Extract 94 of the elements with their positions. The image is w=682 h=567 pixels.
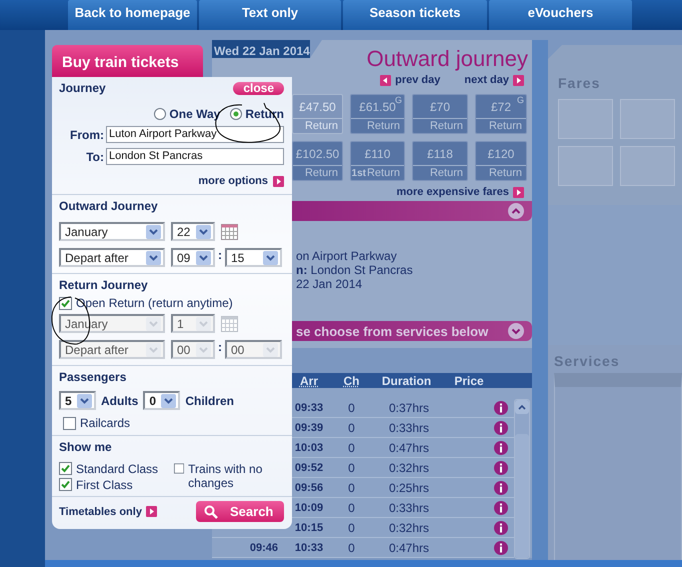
table-cell-text: 0 (347, 440, 356, 454)
table-cell: 10:09 (294, 502, 324, 514)
collapse-icon[interactable] (508, 203, 524, 219)
checkbox-label[interactable]: Railcards (80, 416, 130, 430)
table-cell-text: 0 (347, 420, 356, 434)
table-cell-text: 0 (347, 540, 356, 554)
section-heading: Show me (59, 440, 113, 455)
prev-day-link[interactable]: prev day (380, 74, 440, 86)
info-icon[interactable] (494, 520, 508, 534)
checkbox-label[interactable]: Trains with no changes (188, 462, 284, 490)
field-label: Children (185, 394, 234, 408)
info-icon[interactable] (494, 460, 508, 474)
table-cell-text: 0:47hrs (388, 540, 430, 554)
table-cell-text: 0:33hrs (388, 420, 430, 434)
checkbox[interactable] (63, 416, 76, 430)
time-separator: : (218, 340, 222, 354)
time-separator: : (218, 248, 222, 262)
timetables-link[interactable]: Timetables only (59, 506, 157, 518)
checkbox[interactable] (59, 478, 72, 491)
column-header[interactable]: Arr (300, 374, 318, 388)
table-cell: 10:15 (294, 522, 324, 534)
table-cell: 09:39 (294, 422, 324, 434)
journey-date: Wed 22 Jan 2014 (212, 40, 310, 58)
info-icon[interactable] (494, 400, 508, 414)
more-options-link[interactable]: more options (198, 175, 284, 187)
table-cell-text: 0:25hrs (388, 480, 430, 494)
radio-button[interactable] (230, 108, 242, 120)
table-cell-text: 0:47hrs (388, 440, 430, 454)
field-label: From: (69, 128, 105, 142)
table-cell: 09:33 (294, 402, 324, 414)
journey-summary-line: 22 Jan 2014 (296, 277, 364, 291)
table-cell-text: 09:46 (248, 542, 279, 554)
section-heading: Outward Journey (59, 199, 159, 214)
radio-button[interactable] (154, 108, 166, 120)
scrollbar[interactable] (514, 399, 530, 559)
expand-icon[interactable] (508, 323, 524, 339)
field-label: Adults (101, 394, 138, 408)
journey-summary-line: n: London St Pancras (296, 263, 414, 277)
checkbox-label[interactable]: First Class (76, 478, 133, 492)
section-heading: Passengers (59, 370, 128, 385)
dropdown[interactable]: January (59, 222, 165, 241)
table-cell: 10:33 (294, 542, 324, 554)
table-cell-text: 0:32hrs (388, 520, 430, 534)
field-label: To: (85, 150, 105, 164)
search-icon (204, 504, 218, 518)
to-field[interactable]: London St Pancras (106, 148, 284, 165)
info-icon[interactable] (494, 500, 508, 514)
calendar-icon[interactable] (221, 224, 238, 240)
fare-slot (620, 146, 675, 186)
column-header: Price (454, 374, 484, 388)
nav-tab[interactable]: eVouchers (489, 0, 632, 30)
info-icon[interactable] (494, 440, 508, 454)
dropdown[interactable]: 22 (171, 222, 215, 241)
checkbox[interactable] (59, 462, 72, 475)
table-cell-text: 0:33hrs (388, 500, 430, 514)
dropdown[interactable]: 5 (59, 391, 96, 410)
table-cell-text: 0 (347, 480, 356, 494)
fare-slot (620, 99, 675, 139)
dropdown[interactable]: Depart after (59, 248, 165, 267)
dropdown[interactable]: 15 (225, 248, 282, 267)
table-cell-text: 0 (347, 400, 356, 414)
table-cell-text: 0 (347, 460, 356, 474)
dropdown[interactable]: 09 (171, 248, 215, 267)
table-cell-text: 0 (347, 520, 356, 534)
section-heading: Return Journey (59, 278, 149, 293)
table-cell-text: 0:32hrs (388, 460, 430, 474)
table-cell-text: 0:37hrs (388, 400, 430, 414)
more-fares-link[interactable]: more expensive fares (396, 186, 524, 198)
fare-slot (558, 99, 613, 139)
table-cell: 09:56 (294, 482, 324, 494)
close-button[interactable]: close (233, 82, 284, 95)
journey-summary-line: on Airport Parkway (296, 249, 398, 263)
bar-label: se choose from services below (296, 324, 488, 338)
scroll-up-icon[interactable] (518, 404, 526, 410)
next-day-link[interactable]: next day (464, 74, 524, 86)
table-cell: 09:52 (294, 462, 324, 474)
column-header: Duration (382, 374, 432, 388)
section-heading: Journey (59, 81, 106, 96)
nav-tab[interactable]: Season tickets (343, 0, 487, 30)
nav-tab[interactable]: Back to homepage (68, 0, 197, 30)
info-icon[interactable] (494, 420, 508, 434)
nav-tab[interactable]: Text only (199, 0, 341, 30)
table-cell-text: 0 (347, 500, 356, 514)
checkbox-label[interactable]: Standard Class (76, 462, 158, 476)
table-cell: 10:03 (294, 442, 324, 454)
dropdown[interactable]: 0 (143, 391, 180, 410)
column-header[interactable]: Ch (344, 374, 360, 388)
checkbox[interactable] (174, 462, 184, 475)
info-icon[interactable] (494, 540, 508, 554)
from-field[interactable]: Luton Airport Parkway (106, 126, 284, 143)
info-icon[interactable] (494, 480, 508, 494)
search-button[interactable]: Search (196, 501, 284, 522)
section-title: Outward journey (366, 46, 528, 72)
fare-slot (558, 146, 613, 186)
